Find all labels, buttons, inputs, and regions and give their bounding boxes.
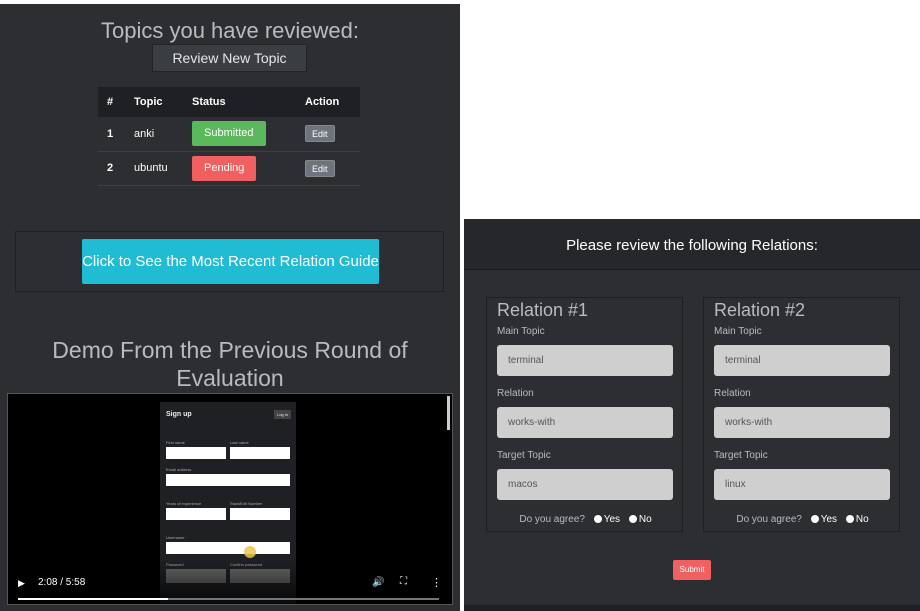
- yes-label: Yes: [603, 514, 621, 525]
- target-topic-label: Target Topic: [714, 450, 768, 461]
- main-topic-field[interactable]: terminal: [497, 345, 673, 376]
- relation-field[interactable]: works-with: [497, 407, 673, 438]
- relation-guide-button[interactable]: Click to See the Most Recent Relation Gu…: [82, 239, 379, 284]
- agree-row: Do you agree? Yes No: [487, 514, 684, 525]
- last-name-field: [230, 447, 290, 459]
- review-relations-panel: Please review the following Relations: R…: [464, 219, 920, 611]
- relation-label: Relation: [714, 388, 751, 399]
- relation-title: Relation #2: [714, 300, 806, 320]
- more-options-icon[interactable]: ⋮: [431, 576, 442, 589]
- relation-guide-box: Click to See the Most Recent Relation Gu…: [15, 231, 444, 292]
- review-header: Please review the following Relations:: [464, 219, 920, 270]
- topics-table: # Topic Status Action 1 anki Submitted E…: [98, 87, 360, 186]
- column-header-topic: Topic: [125, 87, 183, 117]
- row-status: Submitted: [183, 117, 296, 152]
- first-name-field: [166, 447, 226, 459]
- no-radio[interactable]: [628, 515, 637, 523]
- demo-video[interactable]: Sign up Log in First name Last name Emai…: [7, 393, 453, 605]
- row-action: Edit: [296, 151, 360, 186]
- column-header-action: Action: [296, 87, 360, 117]
- phone-field: [230, 508, 290, 520]
- username-field: [166, 542, 290, 554]
- status-badge: Submitted: [192, 121, 266, 147]
- no-radio[interactable]: [845, 515, 854, 523]
- table-row: 2 ubuntu Pending Edit: [98, 151, 360, 186]
- row-topic: anki: [125, 117, 183, 152]
- video-progress-bar[interactable]: [18, 598, 439, 600]
- years-field: [166, 508, 226, 520]
- relation-field[interactable]: works-with: [714, 407, 890, 438]
- video-time: 2:08 / 5:58: [38, 577, 86, 588]
- main-topic-label: Main Topic: [497, 326, 545, 337]
- target-topic-field[interactable]: linux: [714, 469, 890, 500]
- reviewed-topics-panel: Topics you have reviewed: Review New Top…: [0, 4, 460, 611]
- video-scrollbar: [447, 396, 450, 430]
- email-label: Email address: [166, 467, 192, 472]
- video-controls: ▶ 2:08 / 5:58 🔊 ⛶ ⋮: [8, 560, 452, 604]
- status-badge: Pending: [192, 155, 257, 181]
- phone-label: StackEdit Number: [230, 501, 263, 506]
- no-label: No: [638, 514, 652, 525]
- target-topic-label: Target Topic: [497, 450, 551, 461]
- row-topic: ubuntu: [125, 151, 183, 186]
- signup-title: Sign up: [166, 411, 192, 418]
- table-row: 1 anki Submitted Edit: [98, 117, 360, 152]
- main-topic-label: Main Topic: [714, 326, 762, 337]
- page-title: Topics you have reviewed:: [100, 18, 360, 43]
- row-number: 1: [98, 117, 125, 152]
- relation-title: Relation #1: [497, 300, 589, 320]
- signup-login-button: Log in: [274, 410, 291, 419]
- relation-card-1: Relation #1 Main Topic terminal Relation…: [486, 297, 683, 532]
- demo-title: Demo From the Previous Round of Evaluati…: [52, 337, 408, 391]
- edit-button[interactable]: Edit: [305, 125, 335, 143]
- volume-icon[interactable]: 🔊: [372, 577, 384, 588]
- cursor-highlight-icon: [244, 546, 256, 558]
- username-label: Username: [166, 535, 185, 540]
- row-status: Pending: [183, 151, 296, 186]
- play-icon[interactable]: ▶: [18, 578, 25, 589]
- column-header-num: #: [98, 87, 125, 117]
- row-action: Edit: [296, 117, 360, 152]
- no-label: No: [855, 514, 869, 525]
- main-topic-field[interactable]: terminal: [714, 345, 890, 376]
- first-name-label: First name: [166, 440, 185, 445]
- years-label: Years of experience: [166, 501, 202, 506]
- fullscreen-icon[interactable]: ⛶: [400, 576, 407, 587]
- yes-radio[interactable]: [810, 515, 819, 523]
- review-new-topic-button[interactable]: Review New Topic: [152, 44, 307, 72]
- agree-label: Do you agree?: [736, 514, 802, 525]
- agree-label: Do you agree?: [519, 514, 585, 525]
- row-number: 2: [98, 151, 125, 186]
- agree-row: Do you agree? Yes No: [704, 514, 901, 525]
- table-header-row: # Topic Status Action: [98, 87, 360, 117]
- column-header-status: Status: [183, 87, 296, 117]
- video-progress-fill: [18, 598, 169, 600]
- panel-footer-divider: [464, 605, 920, 611]
- yes-radio[interactable]: [593, 515, 602, 523]
- target-topic-field[interactable]: macos: [497, 469, 673, 500]
- edit-button[interactable]: Edit: [305, 159, 335, 177]
- submit-button[interactable]: Submit: [673, 560, 711, 580]
- review-title: Please review the following Relations:: [566, 237, 818, 254]
- yes-label: Yes: [820, 514, 838, 525]
- email-field: [166, 474, 290, 486]
- last-name-label: Last name: [230, 440, 249, 445]
- relation-label: Relation: [497, 388, 534, 399]
- relation-card-2: Relation #2 Main Topic terminal Relation…: [703, 297, 900, 532]
